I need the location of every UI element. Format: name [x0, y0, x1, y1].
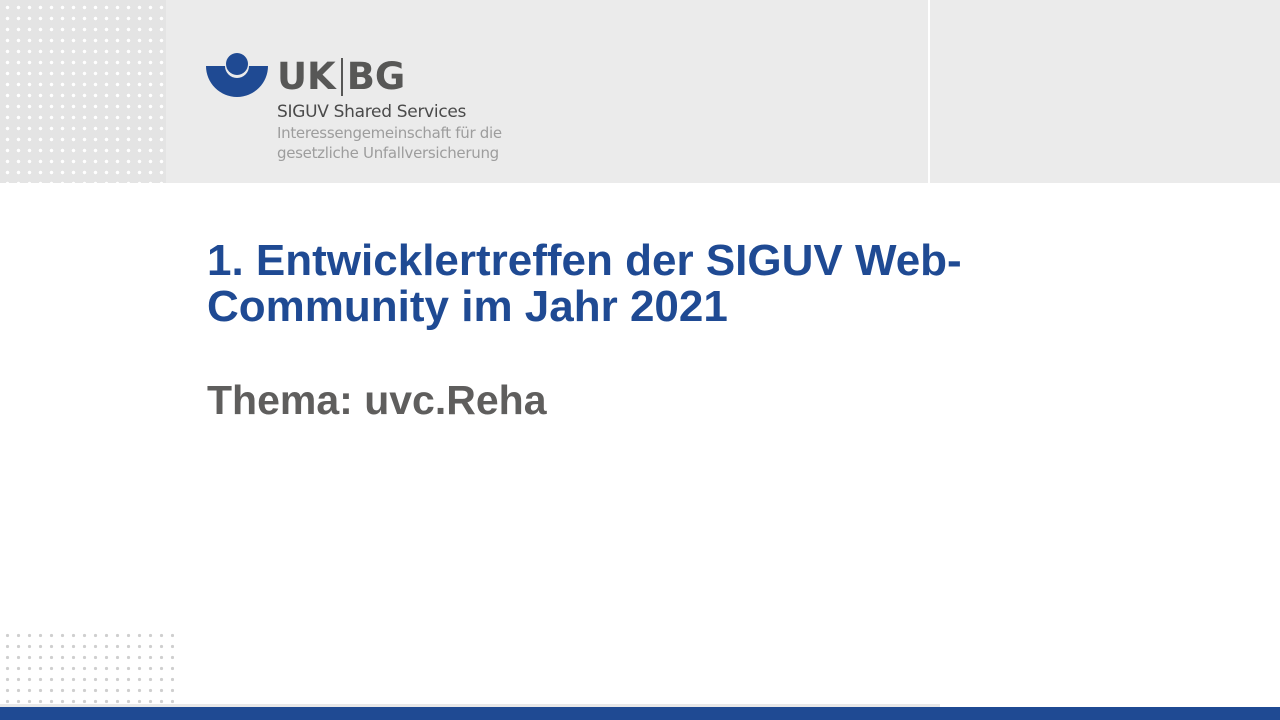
ukbg-logo: UK BG SIGUV Shared Services Interessengem…	[205, 52, 515, 167]
header-band-right	[930, 0, 1280, 183]
decorative-dot-pattern-top	[0, 0, 166, 183]
ukbg-emblem-icon	[206, 53, 268, 97]
logo-tagline-line1: Interessengemeinschaft für die	[277, 124, 502, 142]
logo-wordmark: UK BG	[277, 56, 405, 98]
footer-accent-bar	[0, 707, 1280, 720]
decorative-dot-pattern-bottom	[0, 628, 174, 704]
logo-brand-uk: UK	[277, 55, 336, 98]
slide-subtitle: Thema: uvc.Reha	[207, 377, 547, 423]
presentation-slide: UK BG SIGUV Shared Services Interessengem…	[0, 0, 1280, 720]
slide-title: 1. Entwicklertreffen der SIGUV Web-Commu…	[207, 236, 962, 331]
logo-separator	[340, 58, 343, 96]
logo-tagline-line2: gesetzliche Unfallversicherung	[277, 144, 499, 162]
logo-brand-bg: BG	[346, 55, 406, 98]
logo-organization-name: SIGUV Shared Services	[277, 102, 467, 122]
